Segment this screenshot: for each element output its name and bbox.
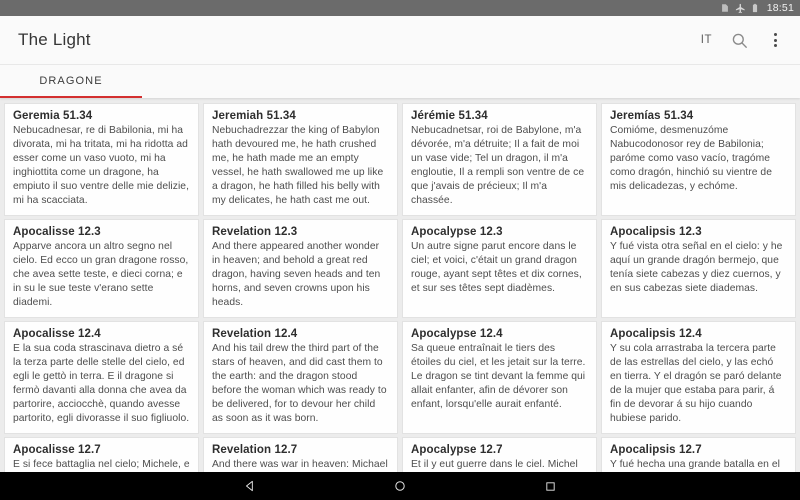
verse-text: Comióme, desmenuzóme Nabucodonosor rey d…: [610, 124, 772, 192]
verse-card[interactable]: Apocalypse 12.3 Un autre signe parut enco…: [402, 218, 597, 318]
verse-card[interactable]: Geremia 51.34 Nebucadnesar, re di Babilon…: [4, 102, 199, 216]
verse-reference: Apocalipsis 12.3: [610, 225, 702, 238]
verse-text: E la sua coda strascinava dietro a sé la…: [13, 342, 190, 424]
verse-text: Nebuchadrezzar the king of Babylon hath …: [212, 124, 384, 206]
verse-reference: Apocalypse 12.7: [411, 443, 503, 456]
verse-text: And his tail drew the third part of the …: [212, 342, 387, 424]
verse-row: Geremia 51.34 Nebucadnesar, re di Babilon…: [2, 101, 798, 217]
verse-reference: Apocalisse 12.7: [13, 443, 101, 456]
verse-text: Y su cola arrastraba la tercera parte de…: [610, 342, 782, 424]
verse-reference: Apocalisse 12.4: [13, 327, 101, 340]
verse-text: Et il y eut guerre dans le ciel. Michel …: [411, 458, 578, 470]
status-bar: 18:51: [0, 0, 800, 16]
verse-text: And there appeared another wonder in hea…: [212, 240, 381, 308]
system-navigation-bar: [0, 472, 800, 500]
battery-icon: [750, 3, 761, 14]
verse-card[interactable]: Jérémie 51.34 Nebucadnetsar, roi de Babyl…: [402, 102, 597, 216]
sim-card-icon: [720, 3, 731, 14]
verse-card[interactable]: Apocalypse 12.4 Sa queue entraînait le ti…: [402, 320, 597, 434]
back-triangle-icon[interactable]: [243, 479, 258, 494]
verse-card[interactable]: Jeremías 51.34 Comióme, desmenuzóme Nabuc…: [601, 102, 796, 216]
verse-card[interactable]: Apocalisse 12.4 E la sua coda strascinava…: [4, 320, 199, 434]
verse-text: E si fece battaglia nel cielo; Michele, …: [13, 458, 190, 470]
search-icon[interactable]: [728, 29, 750, 51]
verse-reference: Jérémie 51.34: [411, 109, 488, 122]
verse-text: Sa queue entraînait le tiers des étoiles…: [411, 342, 586, 410]
verse-reference: Apocalypse 12.3: [411, 225, 503, 238]
verse-text: Nebucadnesar, re di Babilonia, mi ha div…: [13, 124, 189, 206]
app-bar: The Light IT: [0, 16, 800, 64]
verse-reference: Revelation 12.4: [212, 327, 298, 340]
verse-card[interactable]: Revelation 12.3 And there appeared anothe…: [203, 218, 398, 318]
verse-text: Y fué hecha una grande batalla en el cie…: [610, 458, 780, 470]
home-circle-icon[interactable]: [393, 479, 408, 494]
verse-reference: Apocalipsis 12.7: [610, 443, 702, 456]
app-root: 18:51 The Light IT DRAGONE Geremia 51.34…: [0, 0, 800, 500]
more-vert-icon[interactable]: [764, 29, 786, 51]
verse-text: Un autre signe parut encore dans le ciel…: [411, 240, 582, 294]
verse-card[interactable]: Jeremiah 51.34 Nebuchadrezzar the king of…: [203, 102, 398, 216]
tab-bar: DRAGONE: [0, 64, 800, 98]
app-title: The Light: [18, 30, 91, 49]
airplane-mode-icon: [735, 3, 746, 14]
tab-dragone[interactable]: DRAGONE: [0, 64, 142, 98]
verse-row: Apocalisse 12.7 E si fece battaglia nel c…: [2, 435, 798, 472]
verse-reference: Apocalypse 12.4: [411, 327, 503, 340]
verse-reference: Jeremías 51.34: [610, 109, 694, 122]
verse-text: And there was war in heaven: Michael and…: [212, 458, 388, 470]
verse-text: Nebucadnetsar, roi de Babylone, m'a dévo…: [411, 124, 585, 206]
app-bar-actions: IT: [699, 29, 786, 51]
verse-reference: Geremia 51.34: [13, 109, 93, 122]
verse-reference: Jeremiah 51.34: [212, 109, 296, 122]
verse-card[interactable]: Revelation 12.7 And there was war in heav…: [203, 436, 398, 472]
verse-reference: Revelation 12.3: [212, 225, 298, 238]
verse-card[interactable]: Apocalypse 12.7 Et il y eut guerre dans l…: [402, 436, 597, 472]
verse-card[interactable]: Apocalipsis 12.4 Y su cola arrastraba la …: [601, 320, 796, 434]
verse-card[interactable]: Apocalipsis 12.3 Y fué vista otra señal e…: [601, 218, 796, 318]
verse-text: Apparve ancora un altro segno nel cielo.…: [13, 240, 189, 308]
verse-reference: Apocalisse 12.3: [13, 225, 101, 238]
verse-card[interactable]: Apocalisse 12.3 Apparve ancora un altro s…: [4, 218, 199, 318]
verse-reference: Apocalipsis 12.4: [610, 327, 702, 340]
verse-card[interactable]: Apocalisse 12.7 E si fece battaglia nel c…: [4, 436, 199, 472]
verse-text: Y fué vista otra señal en el cielo: y he…: [610, 240, 783, 294]
status-bar-clock: 18:51: [766, 2, 794, 14]
verse-card[interactable]: Revelation 12.4 And his tail drew the thi…: [203, 320, 398, 434]
verse-row: Apocalisse 12.3 Apparve ancora un altro s…: [2, 217, 798, 319]
verse-grid[interactable]: Geremia 51.34 Nebucadnesar, re di Babilon…: [0, 98, 800, 472]
language-button[interactable]: IT: [699, 30, 714, 50]
overflow-dots: [773, 33, 777, 47]
verse-reference: Revelation 12.7: [212, 443, 298, 456]
verse-row: Apocalisse 12.4 E la sua coda strascinava…: [2, 319, 798, 435]
tab-label: DRAGONE: [39, 75, 103, 87]
recents-square-icon[interactable]: [543, 479, 558, 494]
verse-card[interactable]: Apocalipsis 12.7 Y fué hecha una grande b…: [601, 436, 796, 472]
